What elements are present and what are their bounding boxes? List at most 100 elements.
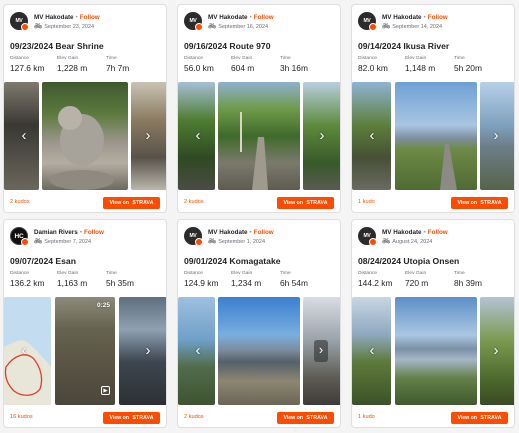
activity-stats: Distance 136.2 km Elev Gain 1,163 m Time 5h…: [10, 271, 164, 291]
chevron-left-icon[interactable]: ‹: [192, 126, 204, 146]
stat-label: Time: [280, 271, 291, 276]
activity-title[interactable]: 09/01/2024 Komagatake: [184, 256, 281, 266]
activity-stats: Distance 144.2 km Elev Gain 720 m Time 8h 3…: [358, 271, 512, 291]
video-duration: 0:25: [96, 302, 110, 309]
view-on-strava-button[interactable]: View on STRAVA: [277, 412, 334, 424]
athlete-name-line: MV Hakodate • Follow: [382, 229, 448, 236]
follow-button[interactable]: Follow: [428, 229, 448, 236]
activity-date: 🚲︎ September 16, 2024: [208, 23, 269, 31]
video-icon: ▶: [101, 386, 110, 395]
athlete-name-line: MV Hakodate • Follow: [208, 229, 274, 236]
chevron-right-icon[interactable]: ›: [314, 340, 328, 362]
view-on-strava-button[interactable]: View on STRAVA: [451, 197, 508, 209]
activity-date: 🚲︎ September 23, 2024: [34, 23, 95, 31]
chevron-left-icon[interactable]: ‹: [18, 126, 30, 146]
stat-value: 3h 16m: [280, 63, 308, 73]
photo[interactable]: [218, 82, 300, 190]
photo-carousel[interactable]: ‹ ›: [4, 82, 166, 190]
photo-carousel[interactable]: ‹ ›: [178, 82, 340, 190]
photo[interactable]: [42, 82, 128, 190]
activity-title[interactable]: 09/16/2024 Route 970: [184, 41, 270, 51]
activity-stats: Distance 124.9 km Elev Gain 1,234 m Time 6h…: [184, 271, 338, 291]
card-header: MV MV Hakodate • Follow 🚲︎ September 14, 20…: [358, 12, 512, 32]
bike-icon: 🚲︎: [34, 238, 43, 245]
activity-card: MV MV Hakodate • Follow 🚲︎ September 23, 20…: [3, 4, 167, 213]
follow-button[interactable]: Follow: [428, 14, 448, 21]
activity-title[interactable]: 09/14/2024 Ikusa River: [358, 41, 449, 51]
photo-carousel[interactable]: ‹ ›: [352, 297, 514, 405]
photo[interactable]: [218, 297, 300, 405]
stat-value: 7h 7m: [106, 63, 130, 73]
bike-icon: 🚲︎: [208, 23, 217, 30]
stat-label: Distance: [10, 56, 30, 61]
video-thumbnail[interactable]: 0:25 ▶: [55, 297, 115, 405]
view-on-strava-button[interactable]: View on STRAVA: [103, 412, 160, 424]
strava-logo-icon: [369, 23, 377, 31]
chevron-right-icon[interactable]: ›: [142, 126, 154, 146]
photo-carousel[interactable]: 0:25 ▶ ‹ ›: [4, 297, 166, 405]
view-on-strava-button[interactable]: View on STRAVA: [277, 197, 334, 209]
photo[interactable]: [395, 82, 477, 190]
activity-title[interactable]: 08/24/2024 Utopia Onsen: [358, 256, 459, 266]
kudos-count[interactable]: 1 kudo: [358, 199, 375, 205]
chevron-left-icon[interactable]: ‹: [366, 126, 378, 146]
card-header: MV MV Hakodate • Follow 🚲︎ September 23, 20…: [10, 12, 164, 32]
activity-stats: Distance 127.6 km Elev Gain 1,228 m Time 7h…: [10, 56, 164, 76]
chevron-right-icon[interactable]: ›: [142, 341, 154, 361]
strava-logo-icon: [369, 238, 377, 246]
kudos-count[interactable]: 16 kudos: [10, 414, 33, 420]
athlete-name[interactable]: MV Hakodate: [208, 229, 248, 236]
activity-title[interactable]: 09/07/2024 Esan: [10, 256, 76, 266]
kudos-count[interactable]: 2 kudos: [184, 414, 204, 420]
kudos-count[interactable]: 2 kudos: [10, 199, 30, 205]
view-on-strava-button[interactable]: View on STRAVA: [103, 197, 160, 209]
chevron-right-icon[interactable]: ›: [316, 126, 328, 146]
date-text: September 16, 2024: [218, 24, 269, 31]
chevron-left-icon[interactable]: ‹: [192, 341, 204, 361]
stat-label: Elev Gain: [231, 271, 253, 276]
stat-value: 82.0 km: [358, 63, 388, 73]
stat-value: 124.9 km: [184, 278, 219, 288]
stat-value: 127.6 km: [10, 63, 45, 73]
photo-carousel[interactable]: ‹ ›: [352, 82, 514, 190]
follow-button[interactable]: Follow: [254, 229, 274, 236]
card-header: MV MV Hakodate • Follow 🚲︎ August 24, 2024: [358, 227, 512, 247]
view-on-strava-button[interactable]: View on STRAVA: [451, 412, 508, 424]
activity-date: 🚲︎ August 24, 2024: [382, 238, 433, 246]
activity-card: MV MV Hakodate • Follow 🚲︎ September 1, 202…: [177, 219, 341, 428]
follow-button[interactable]: Follow: [80, 14, 100, 21]
chevron-right-icon[interactable]: ›: [490, 341, 502, 361]
athlete-name[interactable]: MV Hakodate: [382, 14, 422, 21]
athlete-name[interactable]: MV Hakodate: [34, 14, 74, 21]
follow-button[interactable]: Follow: [84, 229, 104, 236]
stat-value: 1,163 m: [57, 278, 88, 288]
activity-card: MV MV Hakodate • Follow 🚲︎ September 14, 20…: [351, 4, 515, 213]
stat-value: 136.2 km: [10, 278, 45, 288]
chevron-left-icon[interactable]: ‹: [18, 341, 30, 361]
stat-value: 8h 39m: [454, 278, 482, 288]
athlete-name[interactable]: MV Hakodate: [382, 229, 422, 236]
date-text: August 24, 2024: [392, 239, 433, 246]
activity-card: MV MV Hakodate • Follow 🚲︎ August 24, 2024 …: [351, 219, 515, 428]
stat-value: 604 m: [231, 63, 255, 73]
photo[interactable]: [395, 297, 477, 405]
activity-title[interactable]: 09/23/2024 Bear Shrine: [10, 41, 104, 51]
photo-carousel[interactable]: ‹ ›: [178, 297, 340, 405]
follow-button[interactable]: Follow: [254, 14, 274, 21]
stat-label: Elev Gain: [57, 271, 79, 276]
chevron-left-icon[interactable]: ‹: [366, 341, 378, 361]
date-text: September 1, 2024: [218, 239, 266, 246]
stat-label: Time: [280, 56, 291, 61]
athlete-name[interactable]: MV Hakodate: [208, 14, 248, 21]
kudos-count[interactable]: 1 kudo: [358, 414, 375, 420]
chevron-right-icon[interactable]: ›: [490, 126, 502, 146]
stat-label: Distance: [184, 56, 204, 61]
kudos-count[interactable]: 2 kudos: [184, 199, 204, 205]
stat-label: Time: [454, 56, 465, 61]
stat-label: Time: [106, 56, 117, 61]
activity-card: MV MV Hakodate • Follow 🚲︎ September 16, 20…: [177, 4, 341, 213]
card-header: HC Damian Rivers • Follow 🚲︎ September 7, 2…: [10, 227, 164, 247]
stat-label: Elev Gain: [57, 56, 79, 61]
athlete-name[interactable]: Damian Rivers: [34, 229, 78, 236]
date-text: September 23, 2024: [44, 24, 95, 31]
